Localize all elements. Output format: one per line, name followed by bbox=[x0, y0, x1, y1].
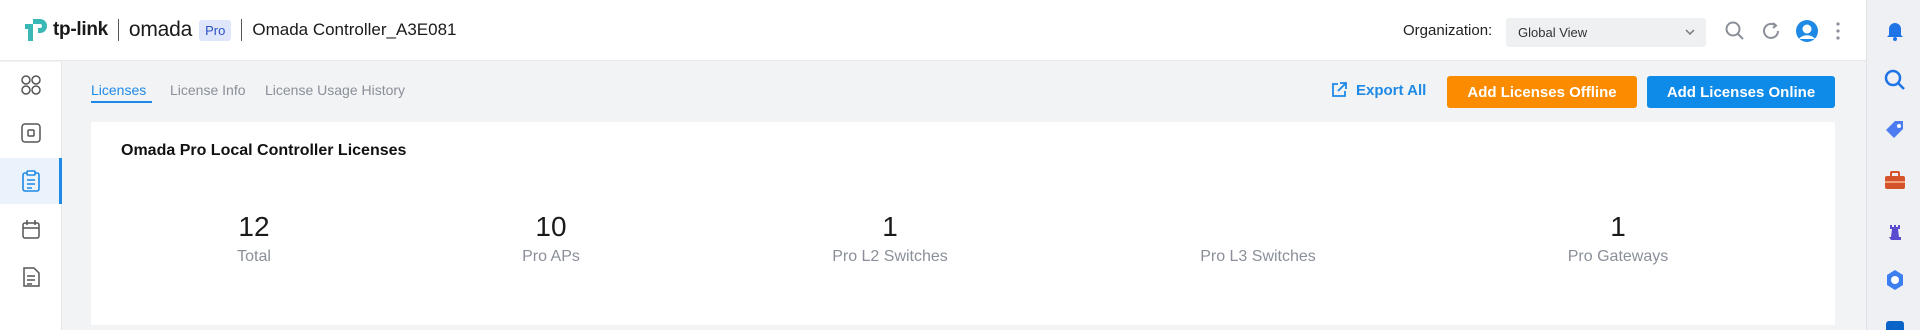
outlook-icon[interactable] bbox=[1883, 318, 1907, 330]
organization-select[interactable]: Global View bbox=[1506, 18, 1706, 47]
product-name: omada bbox=[128, 18, 193, 41]
licenses-card: Omada Pro Local Controller Licenses 12 T… bbox=[91, 122, 1835, 325]
divider bbox=[241, 19, 243, 41]
tab-licenses[interactable]: Licenses bbox=[91, 82, 146, 98]
nav-item-devices[interactable] bbox=[0, 110, 62, 156]
copilot-icon[interactable] bbox=[1883, 268, 1907, 292]
stat-label: Total bbox=[237, 248, 271, 265]
organization-label: Organization: bbox=[1403, 22, 1493, 39]
logs-icon bbox=[23, 267, 40, 287]
nav-item-logs[interactable] bbox=[0, 254, 62, 300]
card-title: Omada Pro Local Controller Licenses bbox=[121, 142, 407, 159]
add-licenses-offline-button[interactable]: Add Licenses Offline bbox=[1447, 76, 1637, 108]
chevron-down-icon bbox=[1685, 29, 1695, 36]
toolbox-icon[interactable] bbox=[1883, 168, 1907, 192]
add-licenses-online-button[interactable]: Add Licenses Online bbox=[1647, 76, 1835, 108]
notification-bell-icon[interactable] bbox=[1883, 18, 1907, 42]
tplink-logo[interactable]: tp-link bbox=[22, 15, 108, 45]
nav-item-schedule[interactable] bbox=[0, 206, 62, 252]
tplink-logo-icon bbox=[25, 19, 47, 41]
stat-value: 1 bbox=[1610, 211, 1626, 242]
licenses-icon bbox=[22, 170, 40, 192]
divider bbox=[117, 19, 119, 41]
stat-value: 12 bbox=[238, 211, 270, 242]
more-vertical-icon[interactable] bbox=[1834, 20, 1842, 42]
stat-label: Pro Gateways bbox=[1567, 248, 1669, 265]
stat-pro-gateways: 1 Pro Gateways bbox=[1498, 210, 1738, 266]
refresh-icon[interactable] bbox=[1760, 20, 1782, 42]
search-icon[interactable] bbox=[1883, 68, 1907, 92]
controller-name[interactable]: Omada Controller_A3E081 bbox=[252, 20, 456, 40]
active-tab-indicator bbox=[91, 101, 152, 103]
organization-value: Global View bbox=[1518, 25, 1588, 40]
export-all-label: Export All bbox=[1356, 81, 1427, 99]
export-all-button[interactable]: Export All bbox=[1330, 81, 1426, 99]
stat-value: 10 bbox=[535, 211, 567, 242]
brand: tp-link omada Pro Omada Controller_A3E08… bbox=[22, 15, 456, 45]
dashboard-icon bbox=[21, 75, 41, 95]
left-navigation bbox=[0, 62, 62, 330]
system-sidebar bbox=[1866, 0, 1920, 330]
stat-label: Pro L2 Switches bbox=[832, 248, 948, 265]
external-link-icon bbox=[1332, 82, 1347, 97]
devices-icon bbox=[21, 123, 41, 143]
nav-item-licenses[interactable] bbox=[0, 158, 62, 204]
tab-license-usage-history[interactable]: License Usage History bbox=[265, 82, 405, 98]
brand-name: tp-link bbox=[53, 19, 108, 40]
tag-icon[interactable] bbox=[1883, 118, 1907, 142]
stat-total: 12 Total bbox=[134, 210, 374, 266]
stat-label: Pro L3 Switches bbox=[1200, 248, 1316, 265]
nav-item-dashboard[interactable] bbox=[0, 62, 62, 108]
user-avatar-icon[interactable] bbox=[1795, 19, 1819, 43]
pro-badge: Pro bbox=[199, 19, 232, 41]
stat-value: 1 bbox=[882, 211, 898, 242]
stat-label: Pro APs bbox=[522, 248, 580, 265]
stat-pro-l3-switches: Pro L3 Switches bbox=[1138, 210, 1378, 266]
tab-license-info[interactable]: License Info bbox=[170, 82, 246, 98]
stat-value bbox=[1138, 210, 1378, 244]
calendar-icon bbox=[22, 220, 40, 239]
search-icon[interactable] bbox=[1724, 20, 1746, 42]
chess-icon[interactable] bbox=[1883, 218, 1907, 242]
stat-pro-l2-switches: 1 Pro L2 Switches bbox=[770, 210, 1010, 266]
stat-pro-aps: 10 Pro APs bbox=[431, 210, 671, 266]
